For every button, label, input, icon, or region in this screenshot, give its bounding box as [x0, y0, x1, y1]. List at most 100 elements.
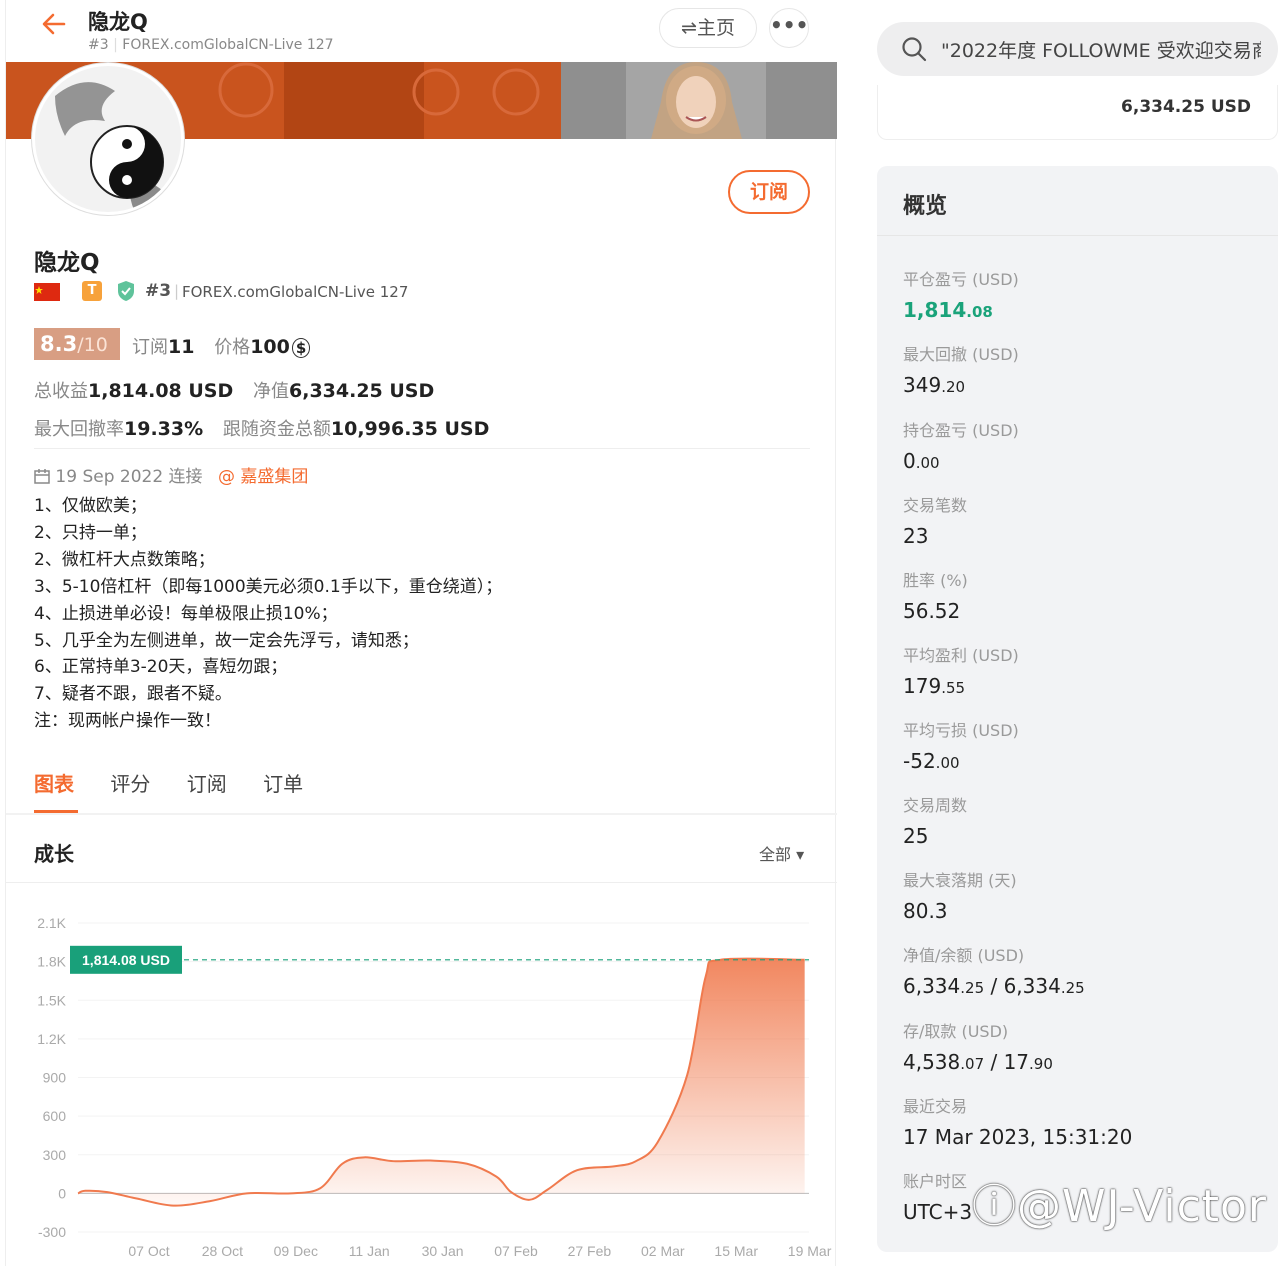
subs-value: 11 — [168, 336, 195, 358]
desc-line: 5、几乎全为左侧进单，故一定会先浮亏，请知悉； — [34, 630, 419, 651]
overview-stat-value: 1,814.08 — [903, 298, 1019, 322]
overview-stat: 持仓盈亏 (USD) 0.00 — [903, 417, 1019, 473]
stat-main: 4,538 — [903, 1050, 961, 1074]
tab-bar: 图表 评分 订阅 订单 — [34, 768, 333, 797]
broker-link[interactable]: @ 嘉盛集团 — [218, 467, 308, 487]
stat-decimal: .55 — [941, 679, 966, 697]
growth-title: 成长 — [34, 842, 74, 866]
overview-stat-value: -52.00 — [903, 749, 1019, 773]
follow-label: 跟随资金总额 — [222, 419, 331, 440]
stat-main: -52 — [903, 749, 936, 773]
stat-main: 17 Mar 2023, 15:31:20 — [903, 1125, 1133, 1149]
server-label: FOREX.comGlobalCN-Live 127 — [122, 37, 334, 53]
rank-label: #3 — [88, 37, 109, 53]
home-button[interactable]: ⇌主页 — [659, 8, 757, 48]
overview-stat-value: 80.3 — [903, 899, 1017, 923]
overview-title: 概览 — [903, 194, 948, 219]
overview-stat-value: 4,538.07 / 17.90 — [903, 1050, 1053, 1074]
tab-chart[interactable]: 图表 — [34, 768, 74, 797]
total-profit-label: 总收益 — [34, 381, 88, 402]
subs-label: 订阅 — [132, 337, 168, 358]
tab-subscribe[interactable]: 订阅 — [187, 768, 227, 797]
overview-stat: 最大衰落期 (天) 80.3 — [903, 867, 1017, 923]
stat-decimal: .20 — [941, 378, 966, 396]
y-tick-label: 1.5K — [37, 992, 66, 1008]
overview-stat-label: 最大衰落期 (天) — [903, 871, 1017, 890]
score-value: 8.3 — [40, 332, 78, 356]
watermark: ⓘ@WJ-Victor — [972, 1181, 1268, 1232]
overview-stat: 平仓盈亏 (USD) 1,814.08 — [903, 266, 1019, 322]
overview-stat: 净值/余额 (USD) 6,334.25 / 6,334.25 — [903, 942, 1085, 998]
section-divider — [6, 813, 837, 815]
overview-stat-label: 交易笔数 — [903, 496, 968, 515]
desc-line: 2、只持一单； — [34, 522, 147, 543]
growth-chart: 2.1K 1.8K 1.5K 1.2K 900 600 300 0 -300 07 Oct 28 O… — [6, 890, 837, 1266]
search-input[interactable]: "2022年度 FOLLOWME 受欢迎交易商 — [941, 36, 1261, 63]
arrow-left-icon — [42, 13, 66, 35]
follow-value: 10,996.35 USD — [330, 418, 490, 440]
separator: | — [174, 282, 180, 300]
max-dd-value: 19.33% — [124, 418, 204, 440]
stat-decimal: .25 — [960, 979, 985, 997]
more-button[interactable]: ••• — [769, 8, 809, 48]
overview-stat-label: 账户时区 — [903, 1172, 968, 1191]
overview-stat-value: 56.52 — [903, 599, 968, 623]
overview-stat: 交易周数 25 — [903, 792, 967, 848]
overview-stat-value: UTC+3 — [903, 1200, 972, 1224]
overview-stat-value: 23 — [903, 524, 967, 548]
stat-main: 349 — [903, 373, 942, 397]
rank-badge: #3 — [145, 281, 172, 301]
stat-main: 179 — [903, 674, 942, 698]
search-bar[interactable]: "2022年度 FOLLOWME 受欢迎交易商 — [877, 22, 1278, 76]
y-tick-label: 2.1K — [37, 915, 66, 931]
desc-line: 7、疑者不跟，跟者不疑。 — [34, 684, 232, 705]
stat-main: 25 — [903, 824, 929, 848]
range-select[interactable]: 全部 ▾ — [759, 841, 804, 865]
top-bar: 隐龙Q #3 | FOREX.comGlobalCN-Live 127 ⇌主页 … — [6, 0, 837, 62]
stat-main: 6,334 — [903, 974, 961, 998]
x-tick-label: 07 Oct — [128, 1243, 169, 1259]
calendar-icon — [34, 469, 50, 484]
growth-chart-svg: 2.1K 1.8K 1.5K 1.2K 900 600 300 0 -300 07 Oct 28 O… — [37, 915, 832, 1259]
tab-orders[interactable]: 订单 — [263, 768, 303, 797]
tab-rating[interactable]: 评分 — [110, 768, 150, 797]
desc-line: 4、止损进单必设！每单极限止损10%； — [34, 603, 338, 624]
stat-main: 56.52 — [903, 599, 961, 623]
y-tick-label: 600 — [43, 1108, 67, 1124]
avatar — [32, 63, 184, 215]
x-tick-label: 27 Feb — [568, 1243, 612, 1259]
overview-stat: 最大回撤 (USD) 349.20 — [903, 341, 1019, 397]
score-max: /10 — [77, 334, 108, 356]
stat-main: 23 — [903, 524, 929, 548]
overview-stat: 胜率 (%) 56.52 — [903, 567, 968, 623]
overview-stat: 最近交易 17 Mar 2023, 15:31:20 — [903, 1093, 1132, 1149]
growth-area — [78, 958, 805, 1206]
search-icon — [902, 37, 927, 62]
overview-stat-label: 净值/余额 (USD) — [903, 946, 1025, 965]
coin-icon: $ — [291, 338, 311, 358]
overview-stat-value: 349.20 — [903, 373, 1019, 397]
china-flag-icon — [34, 283, 60, 301]
subscribe-button[interactable]: 订阅 — [728, 170, 810, 214]
y-tick-label: 300 — [43, 1147, 67, 1163]
overview-panel: 概览 平仓盈亏 (USD) 1,814.08 最大回撤 (USD) 349.20 持仓盈… — [877, 166, 1278, 1252]
section-divider — [6, 882, 837, 883]
overview-stat-label: 最近交易 — [903, 1097, 968, 1116]
overview-stat-label: 交易周数 — [903, 796, 968, 815]
overview-stat: 平均亏损 (USD) -52.00 — [903, 717, 1019, 773]
overview-stat-label: 最大回撤 (USD) — [903, 345, 1019, 364]
desc-line: 3、5-10倍杠杆（即每1000美元必须0.1手以下，重仓绕道）； — [34, 576, 503, 597]
price-label: 价格 — [214, 337, 251, 358]
y-tick-label: -300 — [38, 1224, 66, 1240]
back-button[interactable] — [40, 10, 68, 44]
strategy-description: 1、仅做欧美； 2、只持一单； 2、微杠杆大点数策略； 3、5-10倍杠杆（即每… — [34, 493, 502, 735]
x-tick-label: 19 Mar — [788, 1243, 832, 1259]
stat-decimal: .00 — [915, 454, 940, 472]
desc-line: 2、微杠杆大点数策略； — [34, 549, 215, 570]
stat-main-2: / 17 — [984, 1050, 1030, 1074]
overview-stat: 账户时区 UTC+3 — [903, 1168, 972, 1224]
verified-shield-icon — [118, 281, 134, 301]
divider — [34, 448, 810, 449]
overview-stat-label: 存/取款 (USD) — [903, 1022, 1009, 1041]
equity-label: 净值 — [253, 381, 289, 402]
